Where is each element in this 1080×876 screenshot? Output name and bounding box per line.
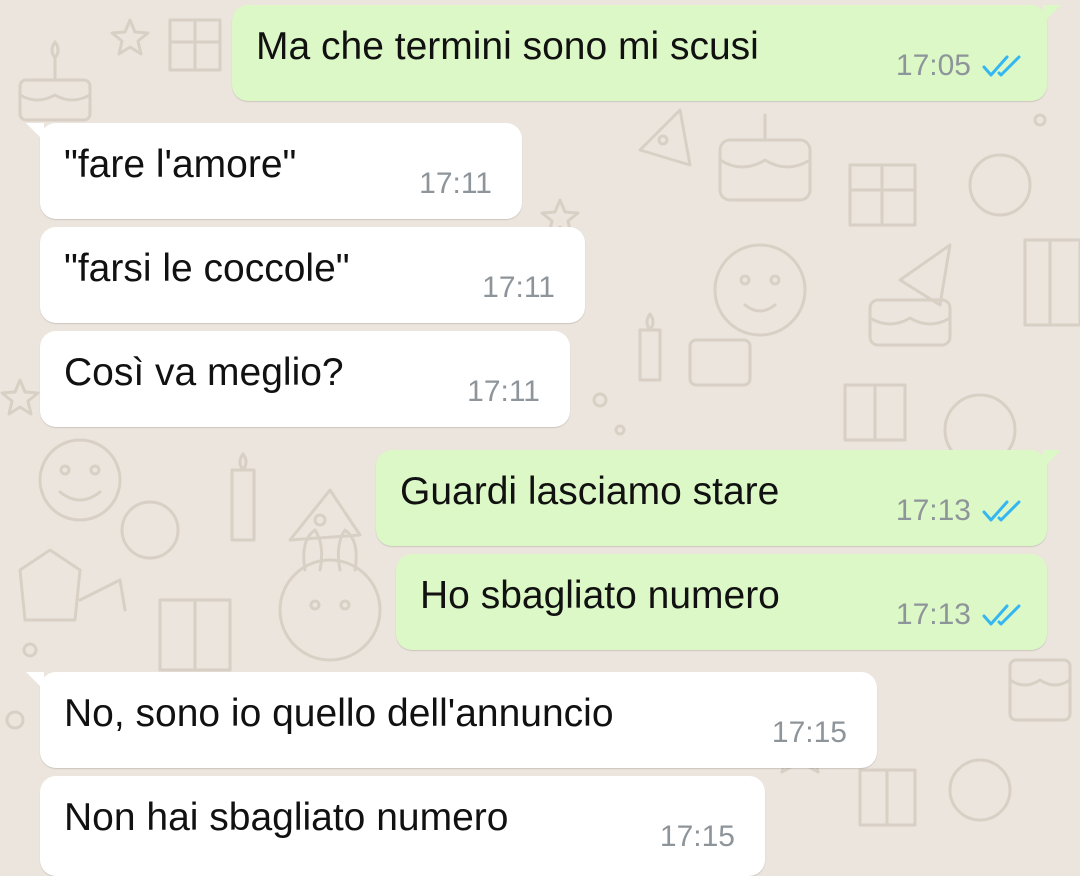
message-timestamp: 17:11: [419, 167, 492, 200]
bubble-tail: [1043, 450, 1061, 468]
message-bubble-incoming[interactable]: "fare l'amore" 17:11: [26, 123, 522, 219]
message-timestamp: 17:11: [482, 271, 555, 304]
message-bubble-incoming[interactable]: Così va meglio? 17:11: [40, 331, 570, 427]
message-timestamp: 17:11: [467, 375, 540, 408]
message-bubble-incoming[interactable]: No, sono io quello dell'annuncio 17:15: [26, 672, 877, 768]
bubble-tail: [1043, 5, 1061, 23]
double-check-icon: [982, 55, 1021, 77]
double-check-icon: [982, 500, 1021, 522]
bubble-tail: [26, 672, 44, 690]
message-text: No, sono io quello dell'annuncio: [64, 692, 614, 735]
message-text: Non hai sbagliato numero: [64, 796, 509, 839]
message-timestamp: 17:13: [895, 494, 971, 527]
double-check-icon: [982, 604, 1021, 626]
message-text: Ma che termini sono mi scusi: [256, 25, 759, 68]
message-timestamp: 17:13: [895, 598, 971, 631]
message-text: Così va meglio?: [64, 351, 344, 394]
message-text: "fare l'amore": [64, 143, 297, 186]
message-bubble-outgoing[interactable]: Guardi lasciamo stare 17:13: [376, 450, 1061, 546]
message-timestamp: 17:15: [659, 820, 735, 853]
message-timestamp: 17:15: [771, 716, 847, 749]
message-bubble-outgoing[interactable]: Ma che termini sono mi scusi 17:05: [232, 5, 1061, 101]
message-timestamp: 17:05: [895, 49, 971, 82]
message-bubble-incoming[interactable]: "farsi le coccole" 17:11: [40, 227, 585, 323]
bubble-tail: [26, 123, 44, 141]
message-text: Ho sbagliato numero: [420, 574, 780, 617]
message-text: Guardi lasciamo stare: [400, 470, 780, 513]
message-bubble-incoming[interactable]: Non hai sbagliato numero 17:15: [40, 776, 765, 876]
message-text: "farsi le coccole": [64, 247, 350, 290]
message-bubble-outgoing[interactable]: Ho sbagliato numero 17:13: [396, 554, 1047, 650]
